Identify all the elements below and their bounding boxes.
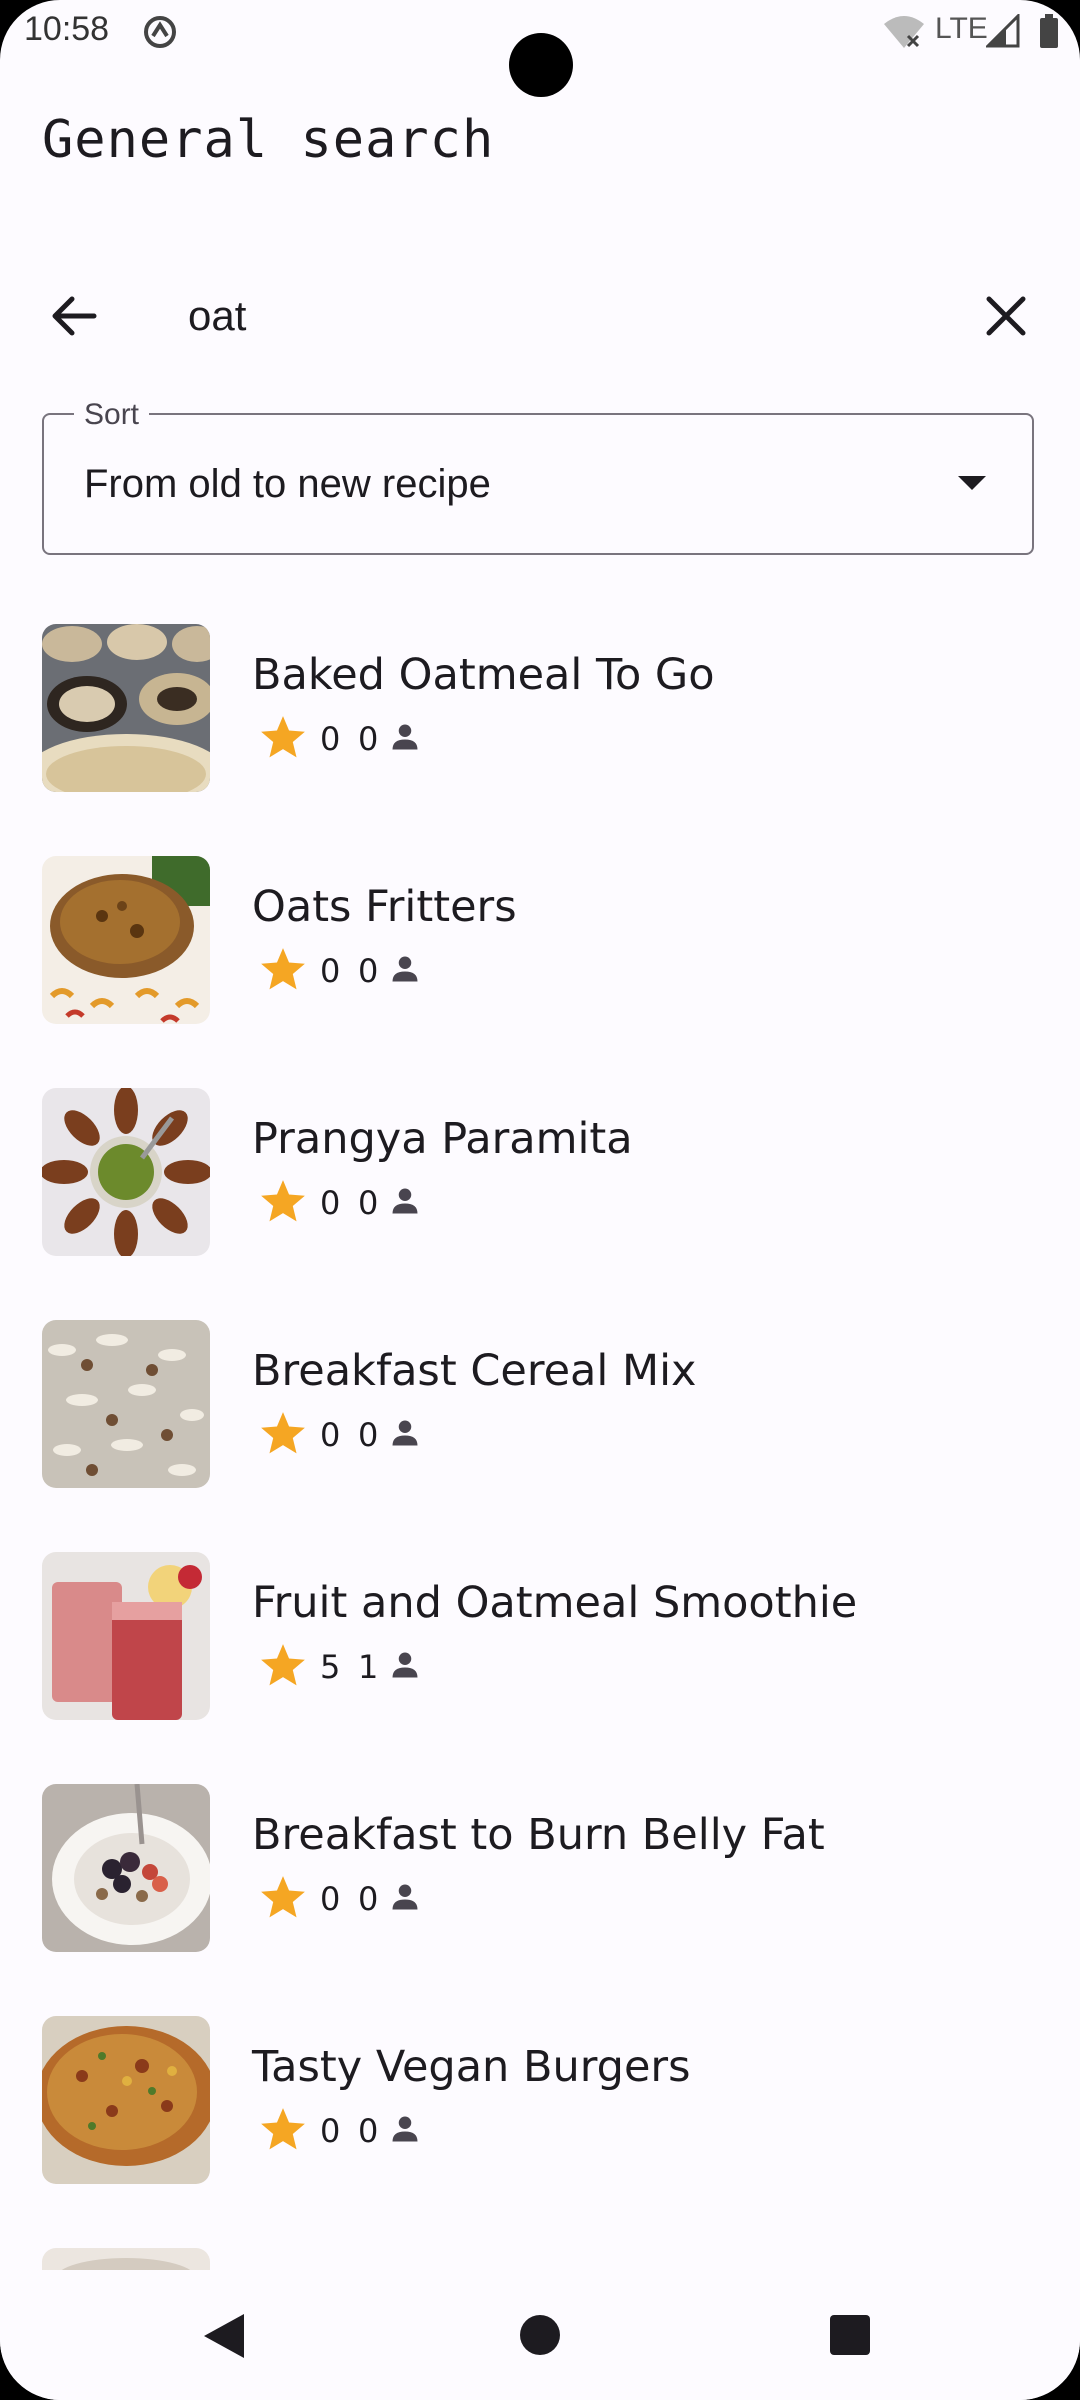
- back-button[interactable]: [40, 282, 108, 350]
- person-icon: [392, 724, 418, 750]
- search-input[interactable]: [188, 282, 948, 350]
- rating-value: 0: [320, 2112, 341, 2150]
- recipe-thumbnail: [42, 856, 210, 1024]
- rating-count: 0: [358, 1184, 379, 1222]
- nav-recents-icon[interactable]: [830, 2315, 870, 2355]
- rating-value: 0: [320, 720, 341, 758]
- recipe-thumbnail: [42, 1320, 210, 1488]
- recipe-name: Tasty Vegan Burgers: [252, 2042, 691, 2092]
- person-icon: [392, 2116, 418, 2142]
- recipe-name: Oats Fritters: [252, 882, 517, 932]
- page-title: General search: [42, 110, 495, 170]
- rating-value: 0: [320, 1416, 341, 1454]
- battery-icon: [1038, 14, 1060, 54]
- system-nav-bar: [0, 2270, 1080, 2400]
- rating-count: 1: [358, 1648, 379, 1686]
- nav-back-icon[interactable]: [198, 2310, 250, 2362]
- screen: 10:58 LTE General search Sort From old t…: [0, 0, 1080, 2400]
- clear-search-button[interactable]: [972, 282, 1040, 350]
- camera-cutout: [509, 33, 573, 97]
- star-icon: [261, 716, 305, 758]
- sort-label: Sort: [74, 398, 150, 432]
- recipe-item-partial[interactable]: [0, 2244, 1080, 2270]
- recipe-name: Prangya Paramita: [252, 1114, 633, 1164]
- recipe-item[interactable]: Oats Fritters 0 0: [0, 852, 1080, 1052]
- star-icon: [261, 1180, 305, 1222]
- rating-value: 0: [320, 1880, 341, 1918]
- recipe-item[interactable]: Prangya Paramita 0 0: [0, 1084, 1080, 1284]
- recipe-name: Fruit and Oatmeal Smoothie: [252, 1578, 858, 1628]
- rating-count: 0: [358, 720, 379, 758]
- recipe-item[interactable]: Fruit and Oatmeal Smoothie 5 1: [0, 1548, 1080, 1748]
- rating-value: 0: [320, 952, 341, 990]
- rating-value: 5: [320, 1648, 341, 1686]
- recipe-item[interactable]: Breakfast to Burn Belly Fat 0 0: [0, 1780, 1080, 1980]
- person-icon: [392, 956, 418, 982]
- status-time: 10:58: [24, 10, 110, 48]
- rating-count: 0: [358, 952, 379, 990]
- recipe-name: Breakfast Cereal Mix: [252, 1346, 697, 1396]
- close-icon: [986, 296, 1026, 336]
- star-icon: [261, 948, 305, 990]
- star-icon: [261, 2108, 305, 2150]
- recipe-thumbnail: [42, 1784, 210, 1952]
- recipe-thumbnail: [42, 2248, 210, 2270]
- recipe-list[interactable]: Baked Oatmeal To Go 0 0 Oats Fritters 0 …: [0, 620, 1080, 2270]
- recipe-thumbnail: [42, 1552, 210, 1720]
- arrow-left-icon: [52, 296, 97, 336]
- rating-count: 0: [358, 1880, 379, 1918]
- rating-value: 0: [320, 1184, 341, 1222]
- star-icon: [261, 1644, 305, 1686]
- recipe-thumbnail: [42, 1088, 210, 1256]
- rating-count: 0: [358, 2112, 379, 2150]
- recipe-thumbnail: [42, 624, 210, 792]
- nav-home-icon[interactable]: [520, 2315, 560, 2355]
- recipe-name: Baked Oatmeal To Go: [252, 650, 715, 700]
- data-saver-icon: [142, 14, 178, 54]
- dropdown-arrow-icon[interactable]: [958, 476, 986, 490]
- rating-count: 0: [358, 1416, 379, 1454]
- signal-icon: [984, 12, 1020, 52]
- recipe-item[interactable]: Breakfast Cereal Mix 0 0: [0, 1316, 1080, 1516]
- person-icon: [392, 1420, 418, 1446]
- recipe-name: Breakfast to Burn Belly Fat: [252, 1810, 825, 1860]
- recipe-item[interactable]: Baked Oatmeal To Go 0 0: [0, 620, 1080, 820]
- recipe-item[interactable]: Tasty Vegan Burgers 0 0: [0, 2012, 1080, 2212]
- network-type: LTE: [935, 12, 988, 45]
- star-icon: [261, 1412, 305, 1454]
- person-icon: [392, 1188, 418, 1214]
- wifi-off-icon: [882, 14, 926, 54]
- person-icon: [392, 1884, 418, 1910]
- recipe-thumbnail: [42, 2016, 210, 2184]
- star-icon: [261, 1876, 305, 1918]
- sort-selected-value[interactable]: From old to new recipe: [84, 462, 491, 507]
- person-icon: [392, 1652, 418, 1678]
